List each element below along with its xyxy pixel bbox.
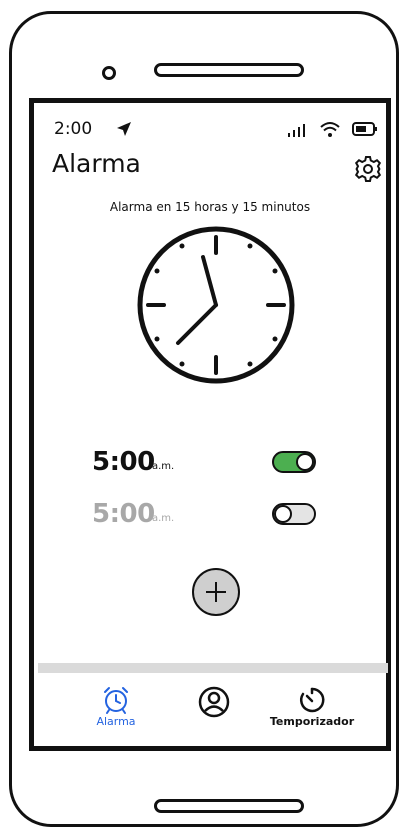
signal-icon bbox=[288, 124, 305, 137]
camera bbox=[102, 66, 116, 80]
add-alarm-button[interactable] bbox=[192, 568, 240, 616]
nav-label: Temporizador bbox=[269, 715, 355, 728]
alarm-row[interactable]: 5:00 a.m. bbox=[34, 447, 386, 483]
nav-item-temporizador[interactable]: Temporizador bbox=[262, 685, 362, 728]
profile-icon bbox=[198, 686, 230, 718]
plus-icon bbox=[206, 582, 226, 602]
battery-icon bbox=[352, 122, 377, 136]
speaker bbox=[154, 63, 304, 77]
nav-divider bbox=[38, 663, 388, 673]
alarm-row[interactable]: 5:00 a.m. bbox=[34, 499, 386, 535]
alarm-clock-icon bbox=[104, 687, 128, 714]
nav-item-alarma[interactable]: Alarma bbox=[86, 685, 146, 728]
phone-screen: 2:00 Alarma Alarma en 15 horas y 15 minu… bbox=[29, 98, 391, 751]
alarm-time: 5:00 bbox=[92, 499, 155, 529]
wifi-icon bbox=[320, 122, 340, 137]
toggle-knob bbox=[274, 505, 292, 523]
gear-icon[interactable] bbox=[354, 155, 382, 183]
toggle-knob bbox=[296, 453, 314, 471]
next-alarm-summary: Alarma en 15 horas y 15 minutos bbox=[109, 200, 311, 214]
alarm-toggle-on[interactable] bbox=[272, 451, 316, 473]
location-arrow-icon bbox=[117, 122, 131, 136]
status-time: 2:00 bbox=[54, 119, 93, 139]
timer-icon bbox=[300, 687, 325, 713]
analog-clock bbox=[137, 226, 295, 384]
nav-label: Alarma bbox=[96, 715, 136, 728]
alarm-period: a.m. bbox=[152, 513, 175, 524]
home-button[interactable] bbox=[154, 799, 304, 813]
page-title: Alarma bbox=[52, 149, 141, 178]
alarm-time: 5:00 bbox=[92, 447, 155, 477]
alarm-period: a.m. bbox=[152, 461, 175, 472]
alarm-toggle-off[interactable] bbox=[272, 503, 316, 525]
nav-item-profile[interactable] bbox=[194, 685, 234, 719]
